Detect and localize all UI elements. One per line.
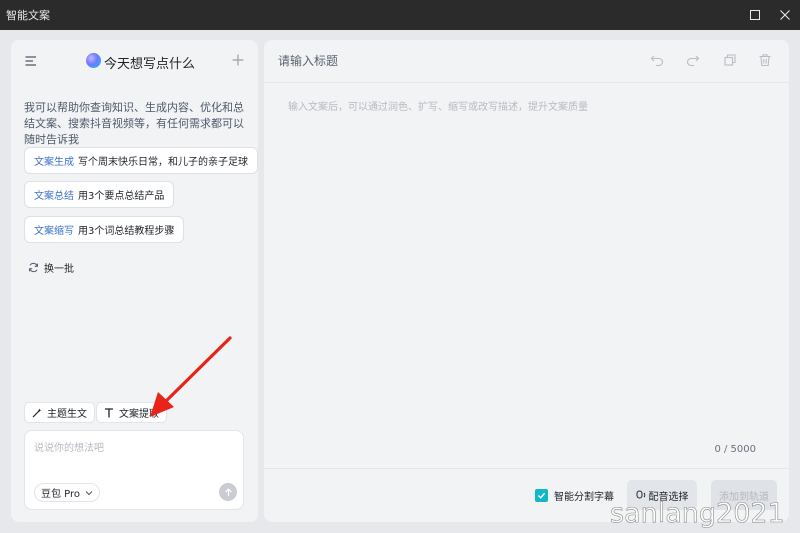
magic-wand-icon: [32, 408, 42, 417]
suggestion-kind: 文案总结: [34, 191, 74, 202]
suggestion-item[interactable]: 文案缩写 用3个词总结教程步骤: [24, 216, 185, 243]
assistant-intro-text: 我可以帮助你查询知识、生成内容、优化和总结文案、搜索抖音视频等，有任何需求都可以…: [24, 101, 244, 146]
chip-label: 主题生文: [47, 409, 87, 420]
suggestion-item[interactable]: 文案生成 写个周末快乐日常，和儿子的亲子足球: [24, 147, 258, 174]
editor-panel: 0 / 5000 智能分割字幕 配音选择 添加到轨道: [264, 40, 789, 522]
assistant-header: 今天想写点什么: [11, 40, 258, 82]
footer-divider: [264, 468, 789, 469]
add-label: 添加到轨道: [719, 491, 769, 503]
maximize-button[interactable]: [740, 0, 770, 30]
assistant-title: 今天想写点什么: [104, 57, 196, 72]
arrow-up-icon: [224, 487, 232, 496]
menu-icon[interactable]: [25, 55, 37, 67]
send-button[interactable]: [219, 483, 237, 501]
check-icon: [537, 492, 546, 499]
smart-subtitle-checkbox[interactable]: 智能分割字幕: [535, 488, 614, 503]
chat-input[interactable]: [34, 439, 234, 469]
assistant-orb-icon: [86, 53, 101, 68]
copy-body-input[interactable]: [288, 98, 768, 428]
maximize-icon: [750, 10, 760, 20]
chip-label: 文案提取: [119, 409, 159, 420]
chat-input-box: 豆包 Pro: [24, 430, 244, 510]
char-counter: 0 / 5000: [714, 444, 756, 455]
text-extract-chip[interactable]: 文案提取: [96, 402, 167, 423]
suggestion-kind: 文案生成: [34, 157, 74, 168]
subtitle-label: 智能分割字幕: [554, 492, 614, 503]
copy-icon[interactable]: [723, 53, 737, 67]
add-to-track-button[interactable]: 添加到轨道: [711, 480, 777, 510]
chevron-down-icon: [85, 490, 93, 495]
topic-generate-chip[interactable]: 主题生文: [24, 402, 95, 423]
editor-divider: [264, 82, 789, 83]
suggestion-item[interactable]: 文案总结 用3个要点总结产品: [24, 181, 175, 208]
redo-icon[interactable]: [686, 53, 700, 67]
checkbox-checked[interactable]: [535, 489, 548, 502]
new-chat-plus-icon[interactable]: [232, 54, 244, 66]
refresh-label: 换一批: [44, 264, 74, 275]
title-bar: 智能文案: [0, 0, 800, 30]
suggestion-text: 写个周末快乐日常，和儿子的亲子足球: [78, 157, 248, 168]
title-input[interactable]: [278, 51, 618, 71]
refresh-icon: [29, 262, 38, 273]
suggestion-text: 用3个要点总结产品: [78, 191, 165, 202]
refresh-suggestions-button[interactable]: 换一批: [28, 260, 74, 275]
app-body: 今天想写点什么 我可以帮助你查询知识、生成内容、优化和总结文案、搜索抖音视频等，…: [0, 30, 800, 533]
suggestion-text: 用3个词总结教程步骤: [78, 226, 175, 237]
close-icon: [780, 10, 790, 20]
undo-icon[interactable]: [650, 53, 664, 67]
trash-icon[interactable]: [758, 53, 772, 67]
voice-select-button[interactable]: 配音选择: [627, 480, 697, 510]
close-button[interactable]: [770, 0, 800, 30]
suggestion-kind: 文案缩写: [34, 226, 74, 237]
window-title: 智能文案: [6, 9, 50, 22]
assistant-panel: 今天想写点什么 我可以帮助你查询知识、生成内容、优化和总结文案、搜索抖音视频等，…: [11, 40, 258, 522]
model-label: 豆包 Pro: [41, 489, 81, 500]
voice-label: 配音选择: [648, 491, 689, 503]
text-icon: [105, 407, 113, 417]
model-selector[interactable]: 豆包 Pro: [34, 483, 101, 502]
voice-icon: [636, 490, 645, 499]
